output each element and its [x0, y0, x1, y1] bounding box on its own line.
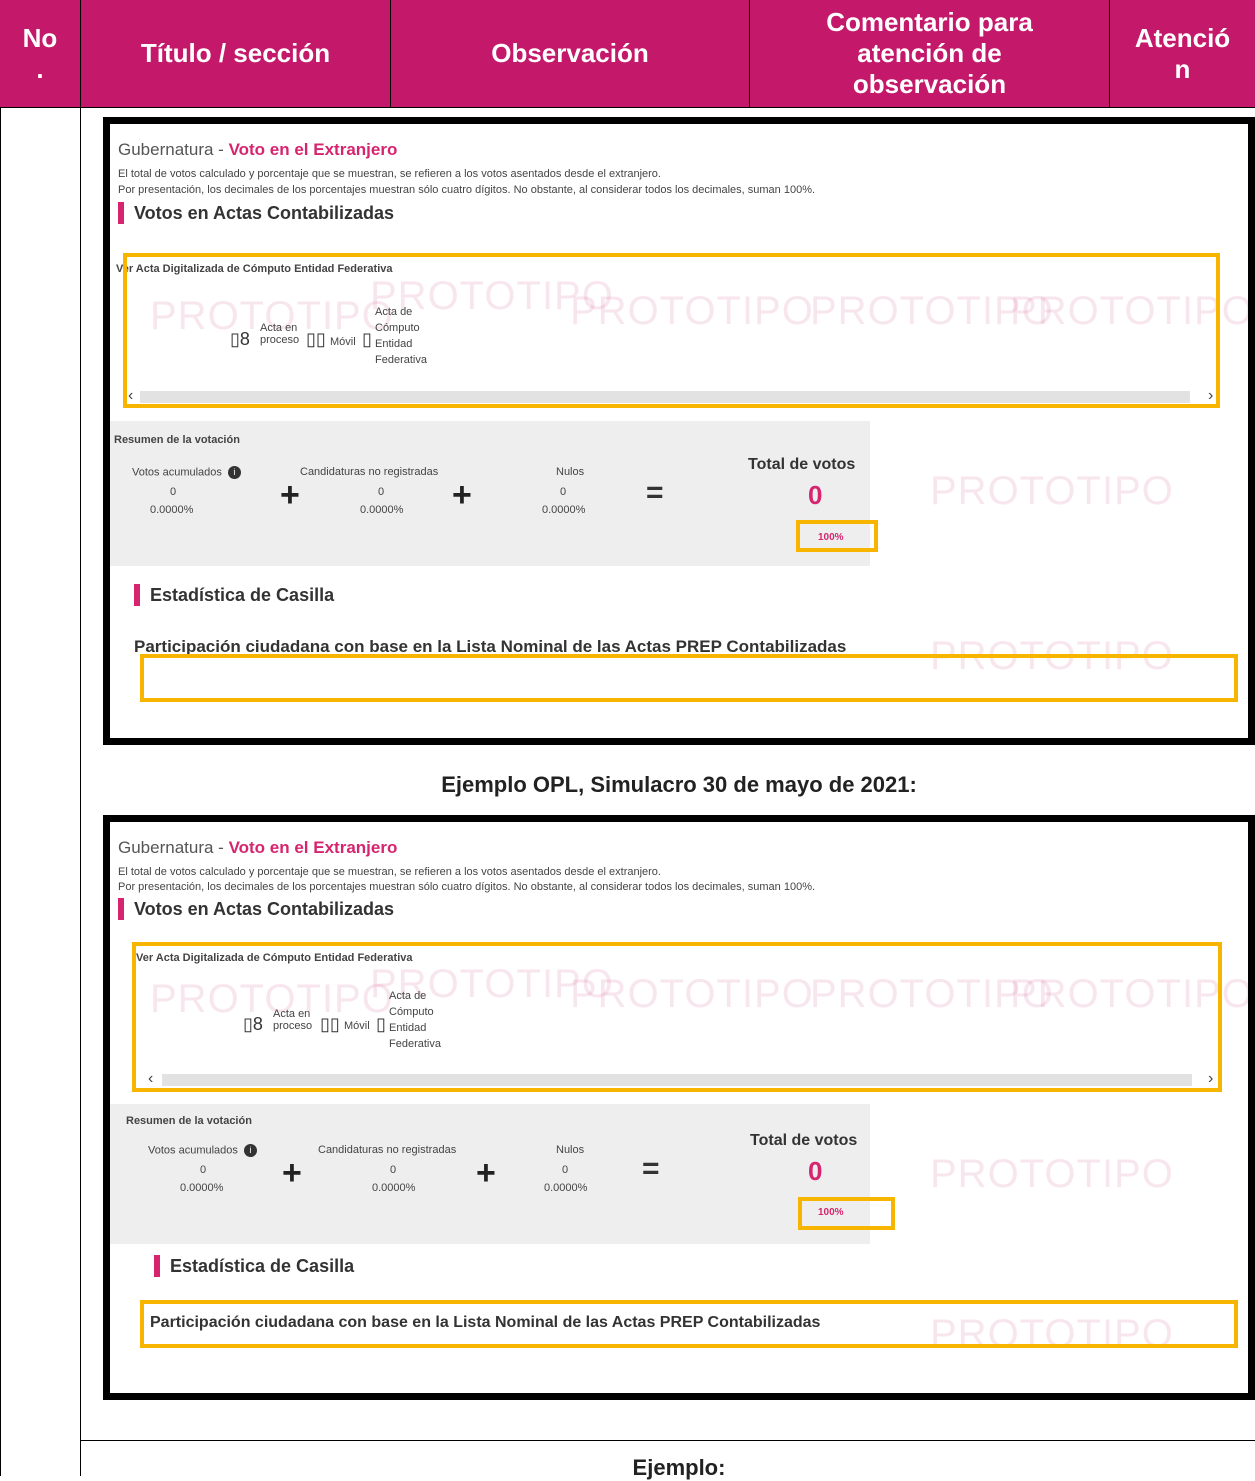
nulos-pct: 0.0000%	[542, 504, 586, 516]
table-left-border	[0, 107, 1, 1476]
header-atencion-text: Atenció n	[1134, 22, 1231, 84]
header-divider-3	[749, 0, 750, 107]
note-2: Por presentación, los decimales de los p…	[118, 184, 816, 196]
col-divider-no	[80, 107, 81, 1476]
total-votos-value: 0	[808, 480, 823, 510]
screenshot-title: Gubernatura - Voto en el Extranjero	[118, 838, 397, 858]
plus-icon: +	[476, 1154, 496, 1192]
nulos-value: 0	[562, 1164, 569, 1176]
title-prefix: Gubernatura -	[118, 838, 229, 857]
info-icon[interactable]: i	[227, 466, 241, 479]
candidaturas-value: 0	[378, 486, 385, 498]
header-observacion-text: Observación	[491, 38, 649, 68]
header-divider-4	[1109, 0, 1110, 107]
section-estadistica: Estadística de Casilla	[134, 584, 334, 606]
section-estadistica-label: Estadística de Casilla	[170, 1255, 355, 1276]
header-bottom-line	[0, 107, 1255, 108]
watermark: PROTOTIPO	[930, 469, 1174, 513]
header-no: No .	[0, 0, 80, 107]
section-votos-label: Votos en Actas Contabilizadas	[134, 898, 395, 919]
votos-acumulados-text: Votos acumulados	[148, 1144, 238, 1157]
caption-ejemplo-opl: Ejemplo OPL, Simulacro 30 de mayo de 202…	[441, 772, 917, 797]
nulos-pct: 0.0000%	[544, 1182, 588, 1194]
highlight-total-pct	[798, 1197, 895, 1230]
title-highlight: Voto en el Extranjero	[228, 838, 398, 857]
header-titulo-text: Título / sección	[140, 38, 331, 68]
header-comentario: Comentario para atención de observación	[750, 0, 1109, 107]
candidaturas-label: Candidaturas no registradas	[300, 466, 439, 478]
title-highlight: Voto en el Extranjero	[228, 140, 398, 159]
total-votos-label: Total de votos	[748, 456, 856, 473]
votos-acumulados-pct: 0.0000%	[180, 1182, 224, 1194]
header-divider-1	[80, 0, 81, 107]
highlight-participacion	[140, 654, 1238, 702]
plus-icon: +	[282, 1154, 302, 1192]
votos-acumulados-label: Votos acumulados i	[132, 466, 241, 479]
plus-icon: +	[280, 476, 300, 514]
total-votos-label: Total de votos	[750, 1132, 858, 1149]
total-votos-value: 0	[808, 1156, 823, 1186]
note-1: El total de votos calculado y porcentaje…	[118, 168, 661, 180]
screenshot-2: PROTOTIPO PROTOTIPO PROTOTIPO PROTOTIPO …	[103, 815, 1255, 1400]
equals-icon: =	[642, 1152, 660, 1185]
nulos-label: Nulos	[556, 1144, 585, 1156]
header-atencion: Atenció n	[1110, 0, 1255, 107]
votos-acumulados-label: Votos acumulados i	[148, 1144, 257, 1157]
resumen-label: Resumen de la votación	[126, 1115, 252, 1127]
row-bottom-line	[80, 1440, 1255, 1441]
header-comentario-text: Comentario para atención de observación	[826, 7, 1033, 99]
section-estadistica: Estadística de Casilla	[154, 1255, 354, 1277]
section-votos: Votos en Actas Contabilizadas	[118, 898, 394, 920]
highlight-participacion	[140, 1300, 1238, 1348]
votos-acumulados-pct: 0.0000%	[150, 504, 194, 516]
section-estadistica-label: Estadística de Casilla	[150, 584, 335, 605]
header-divider-2	[390, 0, 391, 107]
section-votos-label: Votos en Actas Contabilizadas	[134, 202, 395, 223]
watermark: PROTOTIPO	[930, 1152, 1174, 1196]
section-votos: Votos en Actas Contabilizadas	[118, 202, 394, 224]
candidaturas-pct: 0.0000%	[360, 504, 404, 516]
note-1: El total de votos calculado y porcentaje…	[118, 866, 661, 878]
votos-acumulados-text: Votos acumulados	[132, 466, 222, 479]
candidaturas-pct: 0.0000%	[372, 1182, 416, 1194]
candidaturas-label: Candidaturas no registradas	[318, 1144, 457, 1156]
votos-acumulados-value: 0	[170, 486, 177, 498]
plus-icon: +	[452, 476, 472, 514]
note-2: Por presentación, los decimales de los p…	[118, 881, 816, 893]
screenshot-title: Gubernatura - Voto en el Extranjero	[118, 140, 397, 160]
candidaturas-value: 0	[390, 1164, 397, 1176]
nulos-value: 0	[560, 486, 567, 498]
highlight-acta-area	[123, 253, 1220, 408]
caption-ejemplo: Ejemplo:	[632, 1455, 726, 1480]
votos-acumulados-value: 0	[200, 1164, 207, 1176]
title-prefix: Gubernatura -	[118, 140, 229, 159]
screenshot-1: PROTOTIPO PROTOTIPO PROTOTIPO PROTOTIPO …	[103, 117, 1255, 745]
highlight-total-pct	[796, 520, 878, 552]
nulos-label: Nulos	[556, 466, 585, 478]
info-icon[interactable]: i	[243, 1144, 257, 1157]
resumen-label: Resumen de la votación	[114, 434, 240, 446]
header-titulo: Título / sección	[81, 0, 390, 107]
header-observacion: Observación	[391, 0, 749, 107]
highlight-acta-area	[132, 942, 1222, 1092]
equals-icon: =	[646, 476, 664, 509]
header-no-text: No .	[22, 22, 58, 84]
